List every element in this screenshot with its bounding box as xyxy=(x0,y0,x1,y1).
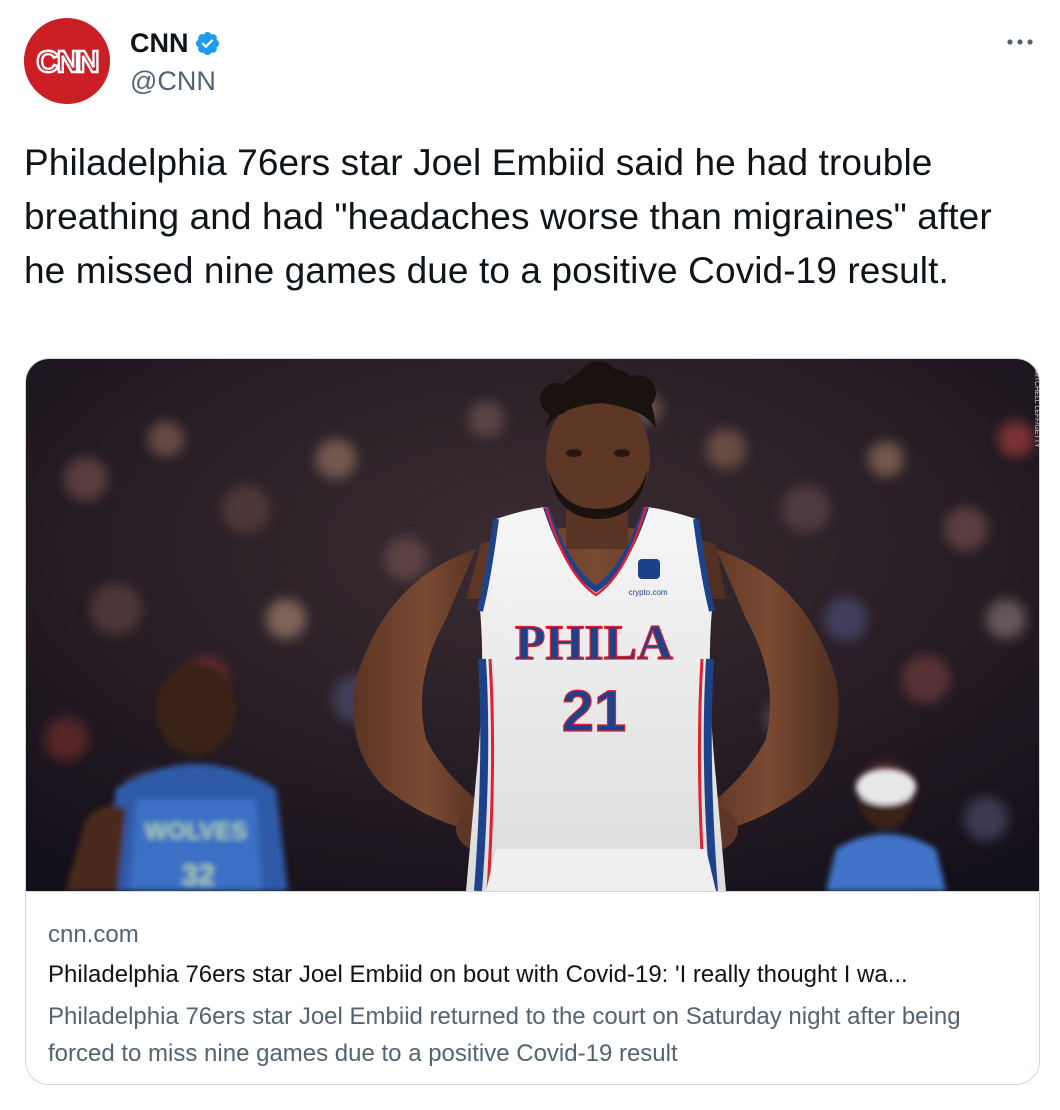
author-handle[interactable]: @CNN xyxy=(130,66,216,96)
link-card[interactable]: WOLVES 32 crypto.com PHILA 21 MITCHELL L… xyxy=(25,358,1040,1085)
author-display-name[interactable]: CNN xyxy=(130,28,189,58)
opponent-jersey-number: 32 xyxy=(181,859,214,891)
card-body: cnn.com Philadelphia 76ers star Joel Emb… xyxy=(26,891,1039,1084)
author-name-row: CNN xyxy=(130,28,221,58)
card-image: WOLVES 32 crypto.com PHILA 21 MITCHELL L… xyxy=(26,359,1040,891)
tweet-text: Philadelphia 76ers star Joel Embiid said… xyxy=(24,142,992,291)
card-title[interactable]: Philadelphia 76ers star Joel Embiid on b… xyxy=(48,959,1023,991)
card-description: Philadelphia 76ers star Joel Embiid retu… xyxy=(48,1003,961,1067)
cnn-logo-icon: CNN xyxy=(24,18,110,104)
card-domain[interactable]: cnn.com xyxy=(48,920,139,950)
more-horizontal-icon[interactable] xyxy=(1000,30,1040,54)
opponent-jersey-text: WOLVES xyxy=(145,818,247,845)
jersey-number: 21 xyxy=(562,679,627,744)
photo-credit: MITCHELL LEFF/GETTY xyxy=(1033,369,1040,448)
avatar-logo-text: CNN xyxy=(36,44,98,79)
avatar[interactable]: CNN xyxy=(24,18,110,104)
jersey-sponsor-text: crypto.com xyxy=(628,588,667,597)
tweet: CNN CNN @CNN Philadelphia 76ers star Joe… xyxy=(0,0,1060,1110)
verified-badge-icon xyxy=(195,31,219,55)
jersey-text: PHILA xyxy=(515,614,673,670)
